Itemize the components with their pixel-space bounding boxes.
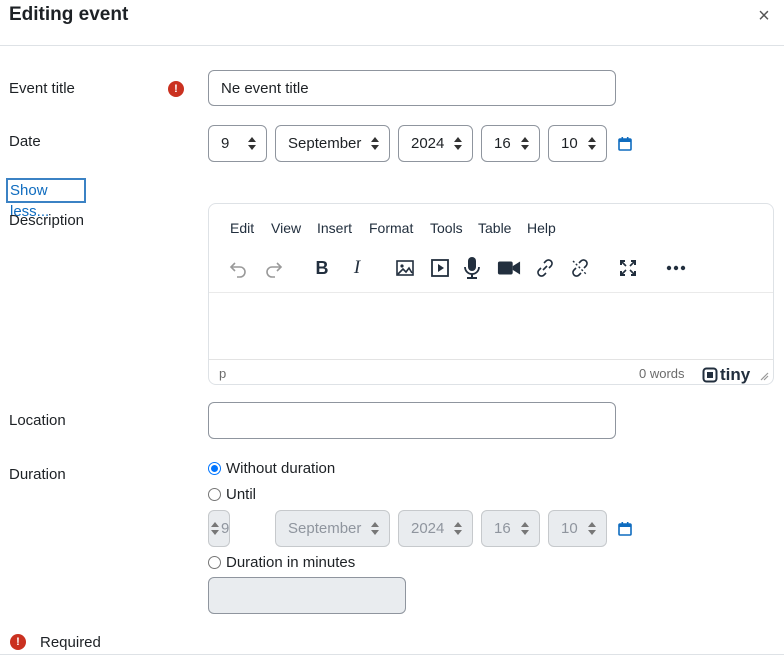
date-hour-select[interactable]: 16	[481, 125, 540, 162]
required-legend: Required	[40, 634, 101, 651]
chevron-updown-icon	[454, 137, 462, 151]
calendar-icon[interactable]	[618, 522, 632, 536]
footer-divider	[0, 654, 784, 655]
chevron-updown-icon	[454, 522, 462, 536]
tiny-logo[interactable]: tiny	[702, 365, 751, 384]
more-icon[interactable]	[664, 256, 688, 280]
image-icon[interactable]	[393, 256, 417, 280]
date-hour-value: 16	[494, 135, 511, 152]
duration-minutes-radio[interactable]	[208, 556, 221, 569]
fullscreen-icon[interactable]	[616, 256, 640, 280]
link-icon[interactable]	[533, 256, 557, 280]
duration-label: Duration	[9, 466, 66, 483]
calendar-icon[interactable]	[618, 137, 632, 151]
chevron-updown-icon	[588, 522, 596, 536]
word-count[interactable]: 0 words	[639, 366, 685, 381]
undo-icon[interactable]	[226, 256, 250, 280]
italic-icon[interactable]: I	[345, 256, 369, 280]
description-editor[interactable]: Edit View Insert Format Tools Table Help…	[208, 203, 774, 385]
until-minute-select: 10	[548, 510, 607, 547]
close-button[interactable]: ×	[754, 6, 774, 26]
date-month-select[interactable]: September	[275, 125, 390, 162]
chevron-updown-icon	[211, 522, 220, 536]
chevron-updown-icon	[248, 137, 256, 151]
resize-handle-icon[interactable]	[760, 372, 769, 381]
until-minute-value: 10	[561, 520, 578, 537]
redo-icon[interactable]	[262, 256, 286, 280]
until-hour-select: 16	[481, 510, 540, 547]
without-duration-label[interactable]: Without duration	[226, 460, 335, 477]
event-title-label: Event title	[9, 80, 75, 97]
chevron-updown-icon	[371, 522, 379, 536]
menu-help[interactable]: Help	[527, 220, 556, 236]
editor-statusbar: p 0 words tiny	[209, 359, 773, 384]
menu-edit[interactable]: Edit	[230, 220, 254, 236]
chevron-updown-icon	[521, 522, 529, 536]
date-year-value: 2024	[411, 135, 445, 152]
location-input[interactable]	[208, 402, 616, 439]
until-label[interactable]: Until	[226, 486, 256, 503]
date-year-select[interactable]: 2024	[398, 125, 473, 162]
menu-tools[interactable]: Tools	[430, 220, 463, 236]
chevron-updown-icon	[521, 137, 529, 151]
show-less-link[interactable]: Show less...	[6, 178, 86, 220]
without-duration-radio[interactable]	[208, 462, 221, 475]
until-year-value: 2024	[411, 520, 445, 537]
duration-minutes-label[interactable]: Duration in minutes	[226, 554, 355, 571]
event-title-input[interactable]	[208, 70, 616, 106]
until-radio[interactable]	[208, 488, 221, 501]
date-minute-select[interactable]: 10	[548, 125, 607, 162]
until-day-value: 9	[221, 520, 230, 537]
video-camera-icon[interactable]	[497, 256, 521, 280]
element-path[interactable]: p	[219, 366, 226, 381]
tiny-brand-text: tiny	[720, 365, 751, 384]
chevron-updown-icon	[588, 137, 596, 151]
unlink-icon[interactable]	[568, 256, 592, 280]
toolbar-divider	[209, 292, 773, 293]
exclamation-circle-icon: !	[10, 634, 26, 650]
media-icon[interactable]	[428, 256, 452, 280]
date-day-value: 9	[221, 135, 230, 152]
until-month-value: September	[288, 520, 362, 537]
date-month-value: September	[288, 135, 362, 152]
dialog-title: Editing event	[9, 4, 129, 25]
description-label: Description	[9, 212, 85, 229]
until-hour-value: 16	[494, 520, 511, 537]
exclamation-circle-icon: !	[168, 81, 184, 97]
menu-format[interactable]: Format	[369, 220, 413, 236]
date-day-select[interactable]: 9	[208, 125, 267, 162]
menu-insert[interactable]: Insert	[317, 220, 352, 236]
microphone-icon[interactable]	[460, 256, 484, 280]
date-minute-value: 10	[561, 135, 578, 152]
date-label: Date	[9, 133, 41, 150]
header-divider	[0, 45, 784, 46]
bold-icon[interactable]: B	[310, 256, 334, 280]
until-day-select: 9	[208, 510, 231, 547]
tiny-logo-icon	[702, 367, 718, 383]
until-year-select: 2024	[398, 510, 473, 547]
location-label: Location	[9, 412, 66, 429]
chevron-updown-icon	[371, 137, 379, 151]
menu-table[interactable]: Table	[478, 220, 511, 236]
menu-view[interactable]: View	[271, 220, 301, 236]
until-month-select: September	[275, 510, 390, 547]
duration-minutes-input	[208, 577, 406, 614]
